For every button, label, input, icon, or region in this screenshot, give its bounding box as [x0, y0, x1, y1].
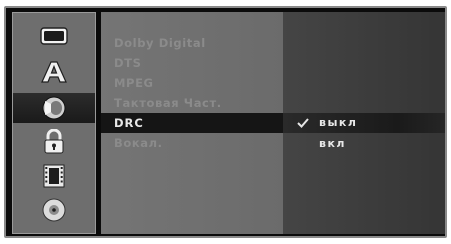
setup-menu-screen: Dolby Digital DTS MPEG Тактовая Част. DR…: [4, 6, 447, 238]
category-sidebar: [12, 12, 96, 234]
option-on-label: вкл: [319, 137, 346, 150]
option-off-label: выкл: [319, 116, 358, 129]
category-display[interactable]: [13, 21, 95, 51]
category-language[interactable]: [13, 57, 95, 87]
setting-drc[interactable]: DRC: [101, 113, 283, 133]
option-on[interactable]: вкл: [283, 134, 445, 154]
audio-settings-list: Dolby Digital DTS MPEG Тактовая Част. DR…: [101, 12, 283, 234]
category-film[interactable]: [13, 161, 95, 191]
setting-dts[interactable]: DTS: [101, 53, 283, 73]
setting-mpeg[interactable]: MPEG: [101, 73, 283, 93]
category-lock[interactable]: [13, 127, 95, 157]
speaker-icon: [39, 95, 69, 121]
setting-sampling-freq[interactable]: Тактовая Част.: [101, 93, 283, 113]
lock-icon: [42, 129, 66, 155]
category-disc[interactable]: [13, 195, 95, 225]
checkmark-icon: [297, 117, 309, 129]
disc-icon: [41, 197, 67, 223]
option-panel: выкл вкл: [283, 12, 445, 234]
film-icon: [42, 164, 66, 188]
language-icon: [41, 60, 67, 84]
setting-dolby-digital[interactable]: Dolby Digital: [101, 33, 283, 53]
category-audio[interactable]: [13, 93, 95, 123]
option-off[interactable]: выкл: [283, 113, 445, 133]
tv-icon: [40, 26, 68, 46]
setting-vocal[interactable]: Вокал.: [101, 133, 283, 153]
